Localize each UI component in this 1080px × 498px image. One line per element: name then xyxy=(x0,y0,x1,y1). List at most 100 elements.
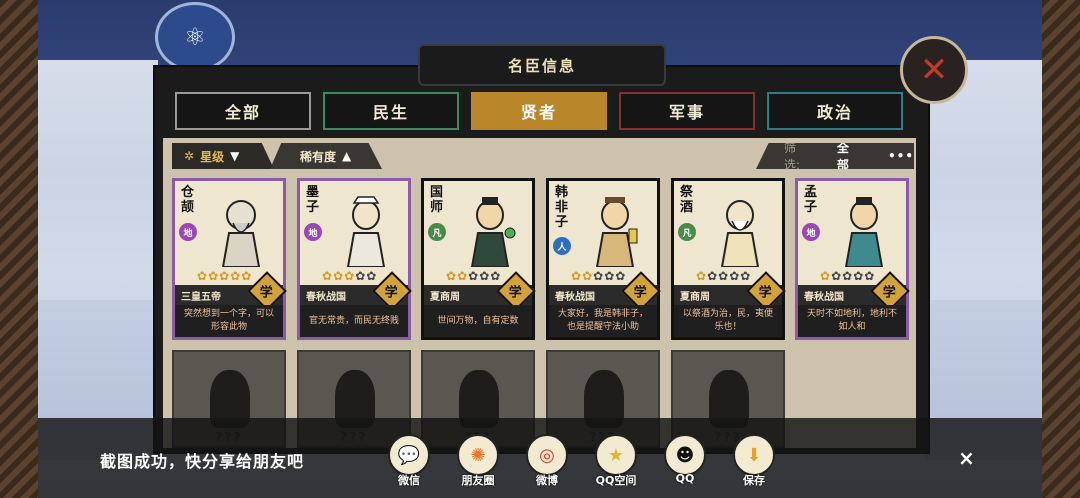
share-label: 微信 xyxy=(398,474,420,487)
star-filled-icon: ✿ xyxy=(696,269,707,283)
star-filled-icon: ✿ xyxy=(820,269,831,283)
save-image-button[interactable]: ⬇ 保存 xyxy=(726,434,782,488)
category-tabs: 全部 民生 贤者 军事 政治 xyxy=(175,92,903,130)
portrait-cangjie xyxy=(205,189,277,267)
card-quote: 突然想到一个字，可以形容此物 xyxy=(175,305,283,337)
share-qzone-button[interactable]: ★ QQ空间 xyxy=(588,434,644,488)
card-name: 墨子 xyxy=(306,185,320,215)
portrait-guoshi xyxy=(454,189,526,267)
sort-by-rarity-button[interactable]: 稀有度 ▲ xyxy=(270,143,382,169)
atom-emblem-icon: ⚛ xyxy=(155,2,235,72)
grade-badge: 人 xyxy=(553,237,571,255)
sort-rarity-label: 稀有度 xyxy=(300,149,337,164)
star-filled-icon: ✿ xyxy=(197,269,208,283)
grade-badge: 地 xyxy=(179,223,197,241)
sort-controls: ✲ 星级 ▼ 稀有度 ▲ xyxy=(172,143,382,169)
star-rating: ✿ ✿ ✿ ✿ ✿ xyxy=(571,269,625,283)
minister-card[interactable]: 仓颉 地 ✿ ✿ ✿ ✿ ✿ 三皇五帝 学 突然想到一个字，可以形容此物 xyxy=(172,178,287,340)
star-rating: ✿ ✿ ✿ ✿ ✿ xyxy=(696,269,750,283)
star-empty-icon: ✿ xyxy=(853,269,864,283)
grade-badge: 凡 xyxy=(678,223,696,241)
star-empty-icon: ✿ xyxy=(864,269,875,283)
panel-title: 名臣信息 xyxy=(418,44,666,86)
minister-card[interactable]: 韩非子 人 ✿ ✿ ✿ ✿ ✿ 春秋战国 学 大家好，我是韩非子，也是提醒守法小助 xyxy=(546,178,661,340)
star-filled-icon: ✿ xyxy=(344,269,355,283)
tab-politics[interactable]: 政治 xyxy=(767,92,903,130)
tab-sages[interactable]: 贤者 xyxy=(471,92,607,130)
star-empty-icon: ✿ xyxy=(707,269,718,283)
card-name: 仓颉 xyxy=(181,185,195,215)
minister-card[interactable]: 墨子 地 ✿ ✿ ✿ ✿ ✿ 春秋战国 学 官无常贵，而民无终贱 xyxy=(297,178,412,340)
portrait-mengzi xyxy=(828,189,900,267)
star-empty-icon: ✿ xyxy=(366,269,377,283)
card-name: 国师 xyxy=(430,185,444,215)
close-panel-button[interactable]: ✕ xyxy=(900,36,968,104)
star-rating: ✿ ✿ ✿ ✿ ✿ xyxy=(322,269,376,283)
share-label: QQ空间 xyxy=(595,474,637,487)
close-share-button[interactable]: × xyxy=(958,446,975,470)
filter-dropdown[interactable]: 筛选: 全部 ••• xyxy=(756,143,914,169)
star-empty-icon: ✿ xyxy=(468,269,479,283)
share-weibo-button[interactable]: ◎ 微博 xyxy=(519,434,575,488)
gear-flower-icon: ✲ xyxy=(184,149,195,163)
portrait-hanfeizi xyxy=(579,189,651,267)
minister-card[interactable]: 祭酒 凡 ✿ ✿ ✿ ✿ ✿ 夏商周 学 以祭酒为治，民，夷便乐也！ xyxy=(671,178,786,340)
card-quote: 以祭酒为治，民，夷便乐也！ xyxy=(674,305,782,337)
left-frame-border xyxy=(0,0,38,498)
share-moments-button[interactable]: ✺ 朋友圈 xyxy=(450,434,506,488)
star-filled-icon: ✿ xyxy=(571,269,582,283)
tab-livelihood[interactable]: 民生 xyxy=(323,92,459,130)
star-filled-icon: ✿ xyxy=(219,269,230,283)
filter-label: 筛选: xyxy=(784,141,801,172)
moments-icon: ✺ xyxy=(457,434,499,476)
star-empty-icon: ✿ xyxy=(355,269,366,283)
sort-by-star-button[interactable]: ✲ 星级 ▼ xyxy=(172,143,274,169)
minister-card[interactable]: 孟子 地 ✿ ✿ ✿ ✿ ✿ 春秋战国 学 天时不如地利，地利不如人和 xyxy=(795,178,910,340)
star-filled-icon: ✿ xyxy=(582,269,593,283)
share-label: 朋友圈 xyxy=(461,474,495,487)
tab-military[interactable]: 军事 xyxy=(619,92,755,130)
card-name: 韩非子 xyxy=(555,185,569,230)
card-quote: 官无常贵，而民无终贱 xyxy=(300,305,408,337)
star-empty-icon: ✿ xyxy=(490,269,501,283)
share-wechat-button[interactable]: 💬 微信 xyxy=(381,434,437,488)
star-empty-icon: ✿ xyxy=(842,269,853,283)
tab-all[interactable]: 全部 xyxy=(175,92,311,130)
chevron-up-icon: ▲ xyxy=(342,149,352,163)
sort-star-label: 星级 xyxy=(200,149,225,164)
grade-badge: 地 xyxy=(802,223,820,241)
star-rating: ✿ ✿ ✿ ✿ ✿ xyxy=(820,269,874,283)
card-quote: 世间万物，自有定数 xyxy=(424,305,532,337)
more-options-icon[interactable]: ••• xyxy=(888,149,914,163)
star-filled-icon: ✿ xyxy=(208,269,219,283)
card-quote: 大家好，我是韩非子，也是提醒守法小助 xyxy=(549,305,657,337)
qzone-icon: ★ xyxy=(595,434,637,476)
star-filled-icon: ✿ xyxy=(333,269,344,283)
filter-value: 全部 xyxy=(836,141,849,172)
grade-badge: 地 xyxy=(304,223,322,241)
star-rating: ✿ ✿ ✿ ✿ ✿ xyxy=(446,269,500,283)
minister-card[interactable]: 国师 凡 ✿ ✿ ✿ ✿ ✿ 夏商周 学 世间万物，自有定数 xyxy=(421,178,536,340)
qq-icon: ☻ xyxy=(664,434,706,476)
card-quote: 天时不如地利，地利不如人和 xyxy=(798,305,906,337)
close-x-icon: ✕ xyxy=(919,50,949,90)
share-qq-button[interactable]: ☻ QQ xyxy=(657,434,713,485)
portrait-jijiu xyxy=(704,189,776,267)
star-empty-icon: ✿ xyxy=(593,269,604,283)
weibo-icon: ◎ xyxy=(526,434,568,476)
grade-badge: 凡 xyxy=(428,223,446,241)
share-label: 保存 xyxy=(743,474,765,487)
star-filled-icon: ✿ xyxy=(446,269,457,283)
card-name: 祭酒 xyxy=(680,185,694,215)
star-empty-icon: ✿ xyxy=(718,269,729,283)
share-label: QQ xyxy=(675,472,695,485)
share-message: 截图成功，快分享给朋友吧 xyxy=(100,452,305,471)
right-village-scene xyxy=(925,60,1045,460)
share-label: 微博 xyxy=(536,474,558,487)
star-filled-icon: ✿ xyxy=(230,269,241,283)
star-filled-icon: ✿ xyxy=(457,269,468,283)
star-filled-icon: ✿ xyxy=(322,269,333,283)
star-empty-icon: ✿ xyxy=(729,269,740,283)
star-filled-icon: ✿ xyxy=(241,269,252,283)
star-empty-icon: ✿ xyxy=(604,269,615,283)
